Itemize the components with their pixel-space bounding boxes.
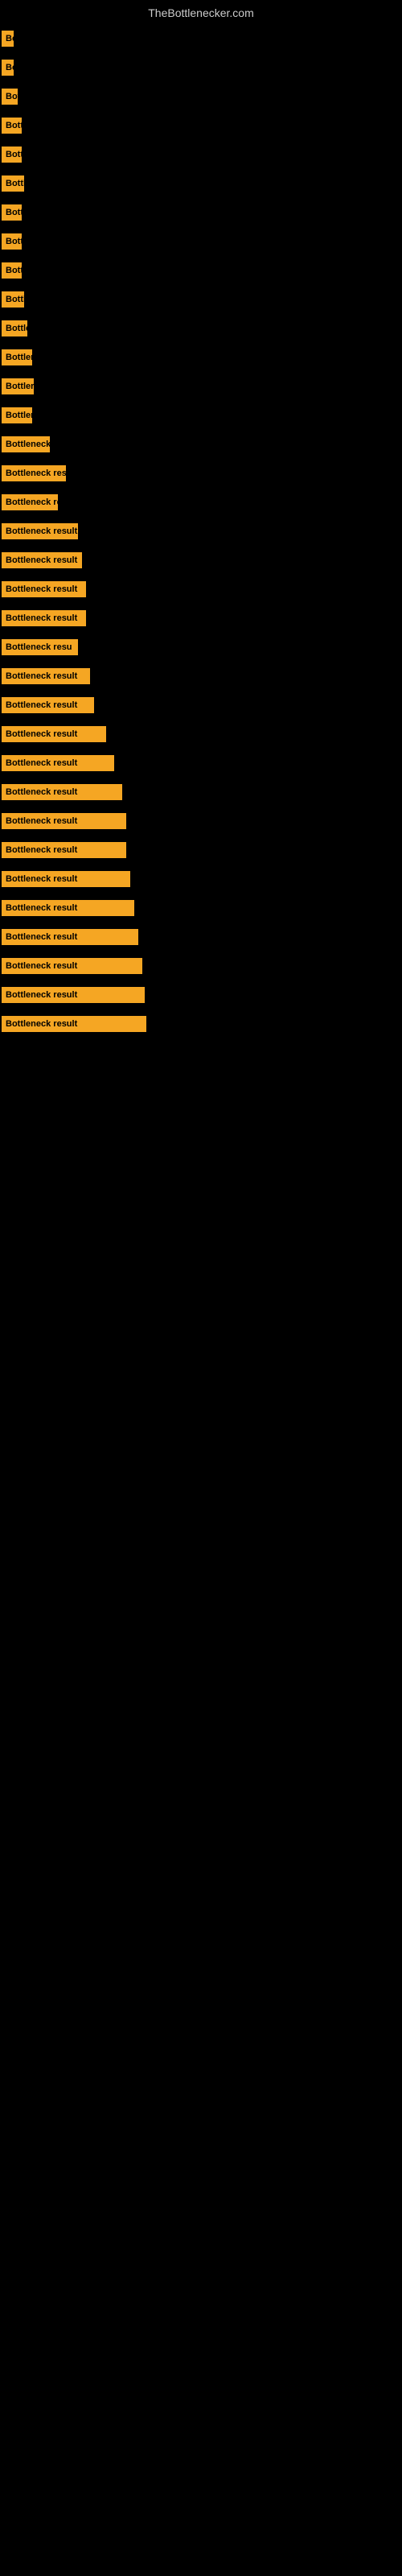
bottleneck-label: Bottl [2,175,24,192]
bottleneck-label: Bottleneck result [2,552,82,568]
bottleneck-label: Bottleneck result [2,523,78,539]
list-item: Bottlen [0,401,402,430]
list-item: Bottleneck result [0,865,402,894]
list-item: Bottlen [0,343,402,372]
bottleneck-label: Bottleneck result [2,726,106,742]
bottleneck-label: Bott [2,147,22,163]
bottleneck-label: Bottleneck result [2,958,142,974]
list-item: Bottleneck re [0,488,402,517]
bottleneck-label: Bottleneck result [2,871,130,887]
list-item: Bottler [0,372,402,401]
list-item: Bottleneck result [0,778,402,807]
bottleneck-label: Bottleneck result [2,755,114,771]
list-item: Bottleneck resu [0,633,402,662]
list-item: Bottl [0,169,402,198]
bottleneck-label: Bottleneck resu [2,465,66,481]
bottleneck-label: Bott [2,118,22,134]
list-item: Bo [0,24,402,53]
bottleneck-label: Bott [2,204,22,221]
site-title: TheBottlenecker.com [0,0,402,23]
bottleneck-label: Bott [2,262,22,279]
list-item: Bot [0,82,402,111]
bottleneck-label: Bottleneck result [2,929,138,945]
list-item: Bott [0,227,402,256]
list-item: Bottle [0,314,402,343]
list-item: Bott [0,140,402,169]
list-item: Bottleneck result [0,807,402,836]
list-item: Bottleneck result [0,691,402,720]
bottleneck-label: Bottlen [2,407,32,423]
list-item: Bottleneck resu [0,459,402,488]
bottleneck-label: Bottlen [2,349,32,365]
list-item: Bottleneck result [0,517,402,546]
bottleneck-label: Bottleneck resu [2,639,78,655]
list-item: Bottleneck r [0,430,402,459]
bottleneck-label: Bott [2,233,22,250]
bottleneck-label: Bottleneck result [2,697,94,713]
items-container: Bo Bo Bot Bott Bott Bottl Bott Bott Bott Bottl Bot… [0,24,402,1038]
bottleneck-label: Bottl [2,291,24,308]
list-item: Bott [0,111,402,140]
list-item: Bottleneck result [0,662,402,691]
list-item: Bottleneck result [0,749,402,778]
bottleneck-label: Bottleneck result [2,842,126,858]
list-item: Bott [0,256,402,285]
bottleneck-label: Bottle [2,320,27,336]
list-item: Bottleneck result [0,575,402,604]
bottleneck-label: Bo [2,60,14,76]
bottleneck-label: Bottleneck result [2,1016,146,1032]
bottleneck-label: Bottleneck result [2,581,86,597]
bottleneck-label: Bottleneck result [2,610,86,626]
list-item: Bottleneck result [0,980,402,1009]
list-item: Bottleneck result [0,604,402,633]
list-item: Bottleneck result [0,923,402,952]
list-item: Bo [0,53,402,82]
bottleneck-label: Bottleneck result [2,784,122,800]
list-item: Bott [0,198,402,227]
bottleneck-label: Bottleneck result [2,813,126,829]
list-item: Bottleneck result [0,1009,402,1038]
list-item: Bottleneck result [0,720,402,749]
bottleneck-label: Bottleneck r [2,436,50,452]
bottleneck-label: Bottleneck result [2,668,90,684]
bottleneck-label: Bo [2,31,14,47]
bottleneck-label: Bottleneck result [2,900,134,916]
bottleneck-label: Bottleneck re [2,494,58,510]
list-item: Bottl [0,285,402,314]
list-item: Bottleneck result [0,894,402,923]
list-item: Bottleneck result [0,952,402,980]
list-item: Bottleneck result [0,546,402,575]
bottleneck-label: Bottleneck result [2,987,145,1003]
list-item: Bottleneck result [0,836,402,865]
bottleneck-label: Bot [2,89,18,105]
bottleneck-label: Bottler [2,378,34,394]
